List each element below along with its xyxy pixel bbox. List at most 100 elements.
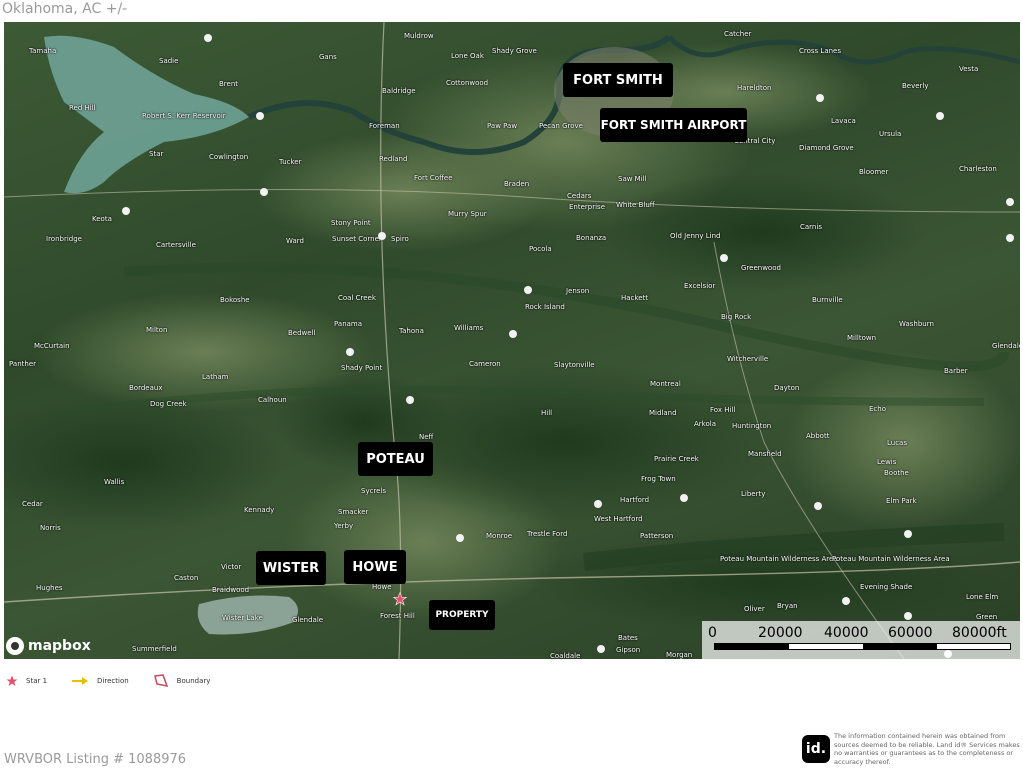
place-label: Enterprise xyxy=(569,203,606,211)
legend-label: Star 1 xyxy=(26,677,48,685)
place-label: Victor xyxy=(221,563,242,571)
place-label: Sadie xyxy=(159,57,179,65)
satellite-map[interactable]: Tamaha Sadie Brent Red Hill Robert S. Kerr R… xyxy=(4,22,1020,659)
place-label: Rock Island xyxy=(525,303,565,311)
place-label: Barber xyxy=(944,367,968,375)
place-label: Hackett xyxy=(621,294,649,302)
scale-ruler xyxy=(714,643,1011,650)
place-label: Shady Point xyxy=(341,364,383,372)
place-label: Milltown xyxy=(847,334,877,342)
place-label: Witcherville xyxy=(727,355,769,363)
place-label: Monroe xyxy=(486,532,513,540)
place-label: Washburn xyxy=(899,320,934,328)
place-label: Wister Lake xyxy=(222,614,263,622)
legend-label: Direction xyxy=(97,677,129,685)
place-label: Elm Park xyxy=(886,497,917,505)
place-label: Bedwell xyxy=(288,329,316,337)
place-label: Morgan xyxy=(666,651,693,659)
place-label: Stony Point xyxy=(331,219,371,227)
star-icon xyxy=(6,675,18,686)
place-label: Abbott xyxy=(806,432,830,440)
highway-shield xyxy=(524,286,532,294)
place-label: Beverly xyxy=(902,82,929,90)
place-label: Saw Mill xyxy=(618,175,647,183)
highway-shield xyxy=(406,396,414,404)
place-label: Trestle Ford xyxy=(527,530,568,538)
place-label: Old Jenny Lind xyxy=(670,232,721,240)
place-label: Coaldale xyxy=(550,652,581,659)
place-label: Burnville xyxy=(812,296,843,304)
place-label: Summerfield xyxy=(132,645,177,653)
place-label: Cartersville xyxy=(156,241,196,249)
place-label: Coal Creek xyxy=(338,294,376,302)
place-label: Neff xyxy=(419,433,434,441)
place-label: Cowlington xyxy=(209,153,249,161)
place-label: Poteau Mountain Wilderness Area xyxy=(720,555,838,563)
highway-shield xyxy=(260,188,268,196)
place-label: Evening Shade xyxy=(860,583,913,591)
place-label: Wallis xyxy=(104,478,125,486)
highway-shield xyxy=(122,207,130,215)
place-label: Liberty xyxy=(741,490,766,498)
scale-label: 0 xyxy=(708,625,717,641)
place-label: Midland xyxy=(649,409,677,417)
place-label: Catcher xyxy=(724,30,752,38)
place-label: Boothe xyxy=(884,469,909,477)
place-label: Fox Hill xyxy=(710,406,736,414)
highway-shield xyxy=(720,254,728,262)
highway-shield xyxy=(597,645,605,653)
legend-item-star: Star 1 xyxy=(6,675,47,687)
legend-item-direction: Direction xyxy=(71,676,129,686)
place-label: Ironbridge xyxy=(46,235,82,243)
place-label: Braidwood xyxy=(212,586,250,594)
place-label: Redland xyxy=(379,155,408,163)
place-label: Tamaha xyxy=(29,47,57,55)
highway-shield xyxy=(346,348,354,356)
highway-shield xyxy=(256,112,264,120)
highway-shield xyxy=(204,34,212,42)
place-label: Bloomer xyxy=(859,168,889,176)
map-legend: Star 1 Direction Boundary xyxy=(6,674,210,688)
place-label: Bonanza xyxy=(576,234,607,242)
listing-number: WRVBOR Listing # 1088976 xyxy=(4,752,187,767)
mapbox-logo[interactable]: mapbox xyxy=(6,637,91,655)
place-label: Charleston xyxy=(959,165,997,173)
place-label: Murry Spur xyxy=(448,210,487,218)
place-label: Howe xyxy=(372,583,392,591)
callout-howe: HOWE xyxy=(344,550,406,584)
boundary-icon xyxy=(153,674,168,687)
place-label: Sunset Corner xyxy=(332,235,382,243)
place-label: Gans xyxy=(319,53,337,61)
arrow-icon xyxy=(72,677,89,685)
place-label: Cross Lanes xyxy=(799,47,841,55)
highway-shield xyxy=(1006,198,1014,206)
place-label: Dog Creek xyxy=(150,400,187,408)
place-label: Big Rock xyxy=(721,313,752,321)
place-label: Red Hill xyxy=(69,104,96,112)
place-label: Cottonwood xyxy=(446,79,489,87)
place-label: Mansfield xyxy=(748,450,782,458)
place-label: Forest Hill xyxy=(380,612,415,620)
place-label: Greenwood xyxy=(741,264,781,272)
place-label: Latham xyxy=(202,373,229,381)
place-label: Echo xyxy=(869,405,886,413)
place-label: Frog Town xyxy=(641,475,676,483)
land-id-logo: id. xyxy=(802,735,830,763)
place-label: Williams xyxy=(454,324,484,332)
place-label: Jenson xyxy=(566,287,590,295)
property-star-icon[interactable] xyxy=(393,592,407,606)
place-label: Green xyxy=(976,613,998,621)
place-label: Brent xyxy=(219,80,239,88)
place-label: Bryan xyxy=(777,602,798,610)
place-label: Keota xyxy=(92,215,112,223)
place-label: Huntington xyxy=(732,422,772,430)
place-label: Pecan Grove xyxy=(539,122,583,130)
place-label: Shady Grove xyxy=(492,47,537,55)
highway-shield xyxy=(509,330,517,338)
place-label: Cedars xyxy=(567,192,592,200)
place-label: Robert S. Kerr Reservoir xyxy=(142,112,226,120)
place-label: Lavaca xyxy=(831,117,856,125)
place-label: Norris xyxy=(40,524,61,532)
place-label: Lewis xyxy=(877,458,897,466)
place-label: Carnis xyxy=(800,223,822,231)
